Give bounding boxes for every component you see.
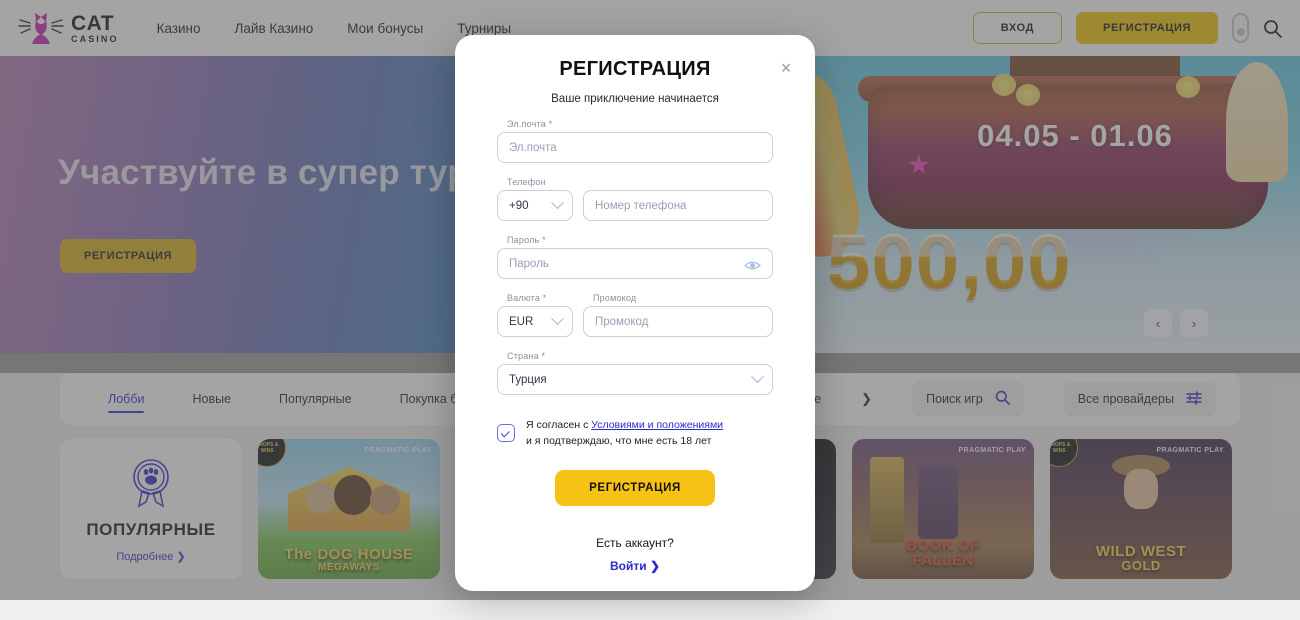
have-account-text: Есть аккаунт?	[596, 535, 674, 550]
submit-registration-button[interactable]: РЕГИСТРАЦИЯ	[555, 469, 715, 506]
login-link[interactable]: Войти ❯	[497, 559, 773, 573]
password-field-group: Пароль *	[497, 235, 773, 279]
phone-label: Телефон	[507, 177, 546, 187]
terms-link[interactable]: Условиями и положениями	[591, 419, 723, 431]
close-icon[interactable]: ×	[775, 57, 797, 79]
country-value: Турция	[509, 373, 547, 386]
eye-icon[interactable]	[744, 258, 761, 270]
agreement-text: Я согласен с Условиями и положениями и я…	[526, 417, 723, 450]
currency-select[interactable]: EUR	[497, 306, 573, 337]
page-root: CAT CASINO Казино Лайв Казино Мои бонусы…	[0, 0, 1300, 620]
password-input-box[interactable]	[497, 248, 773, 279]
phone-number-input[interactable]	[595, 199, 761, 212]
country-select[interactable]: Турция	[497, 364, 773, 395]
phone-country-code-select[interactable]: +90	[497, 190, 573, 221]
agreement-checkbox[interactable]	[497, 424, 515, 442]
promo-field-group: Промокод	[583, 293, 773, 337]
currency-field-group: Валюта * EUR	[497, 293, 573, 337]
email-input[interactable]	[509, 141, 761, 154]
email-label: Эл.почта *	[507, 119, 553, 129]
registration-modal: × РЕГИСТРАЦИЯ Ваше приключение начинаетс…	[455, 35, 815, 591]
currency-label: Валюта *	[507, 293, 547, 303]
promo-input[interactable]	[595, 315, 761, 328]
currency-value: EUR	[509, 315, 534, 328]
country-field-group: Страна * Турция	[497, 351, 773, 395]
country-label: Страна *	[507, 351, 546, 361]
password-label: Пароль *	[507, 235, 546, 245]
promo-input-box[interactable]	[583, 306, 773, 337]
modal-subtitle: Ваше приключение начинается	[551, 93, 719, 105]
email-field-group: Эл.почта *	[497, 119, 773, 163]
password-input[interactable]	[509, 257, 744, 270]
currency-promo-row: Валюта * EUR Промокод	[497, 293, 773, 337]
phone-number-input-box[interactable]	[583, 190, 773, 221]
chevron-down-icon	[551, 196, 564, 210]
phone-field-group: Телефон +90	[497, 177, 773, 221]
agreement-suffix: и я подтверждаю, что мне есть 18 лет	[526, 435, 712, 448]
chevron-down-icon	[551, 312, 564, 326]
email-input-box[interactable]	[497, 132, 773, 163]
agreement-prefix: Я согласен с	[526, 419, 592, 431]
phone-country-code-value: +90	[509, 199, 529, 212]
promo-label: Промокод	[593, 293, 637, 303]
agreement-row: Я согласен с Условиями и положениями и я…	[497, 417, 773, 450]
modal-title: РЕГИСТРАЦИЯ	[559, 58, 711, 80]
chevron-down-icon	[751, 370, 764, 384]
